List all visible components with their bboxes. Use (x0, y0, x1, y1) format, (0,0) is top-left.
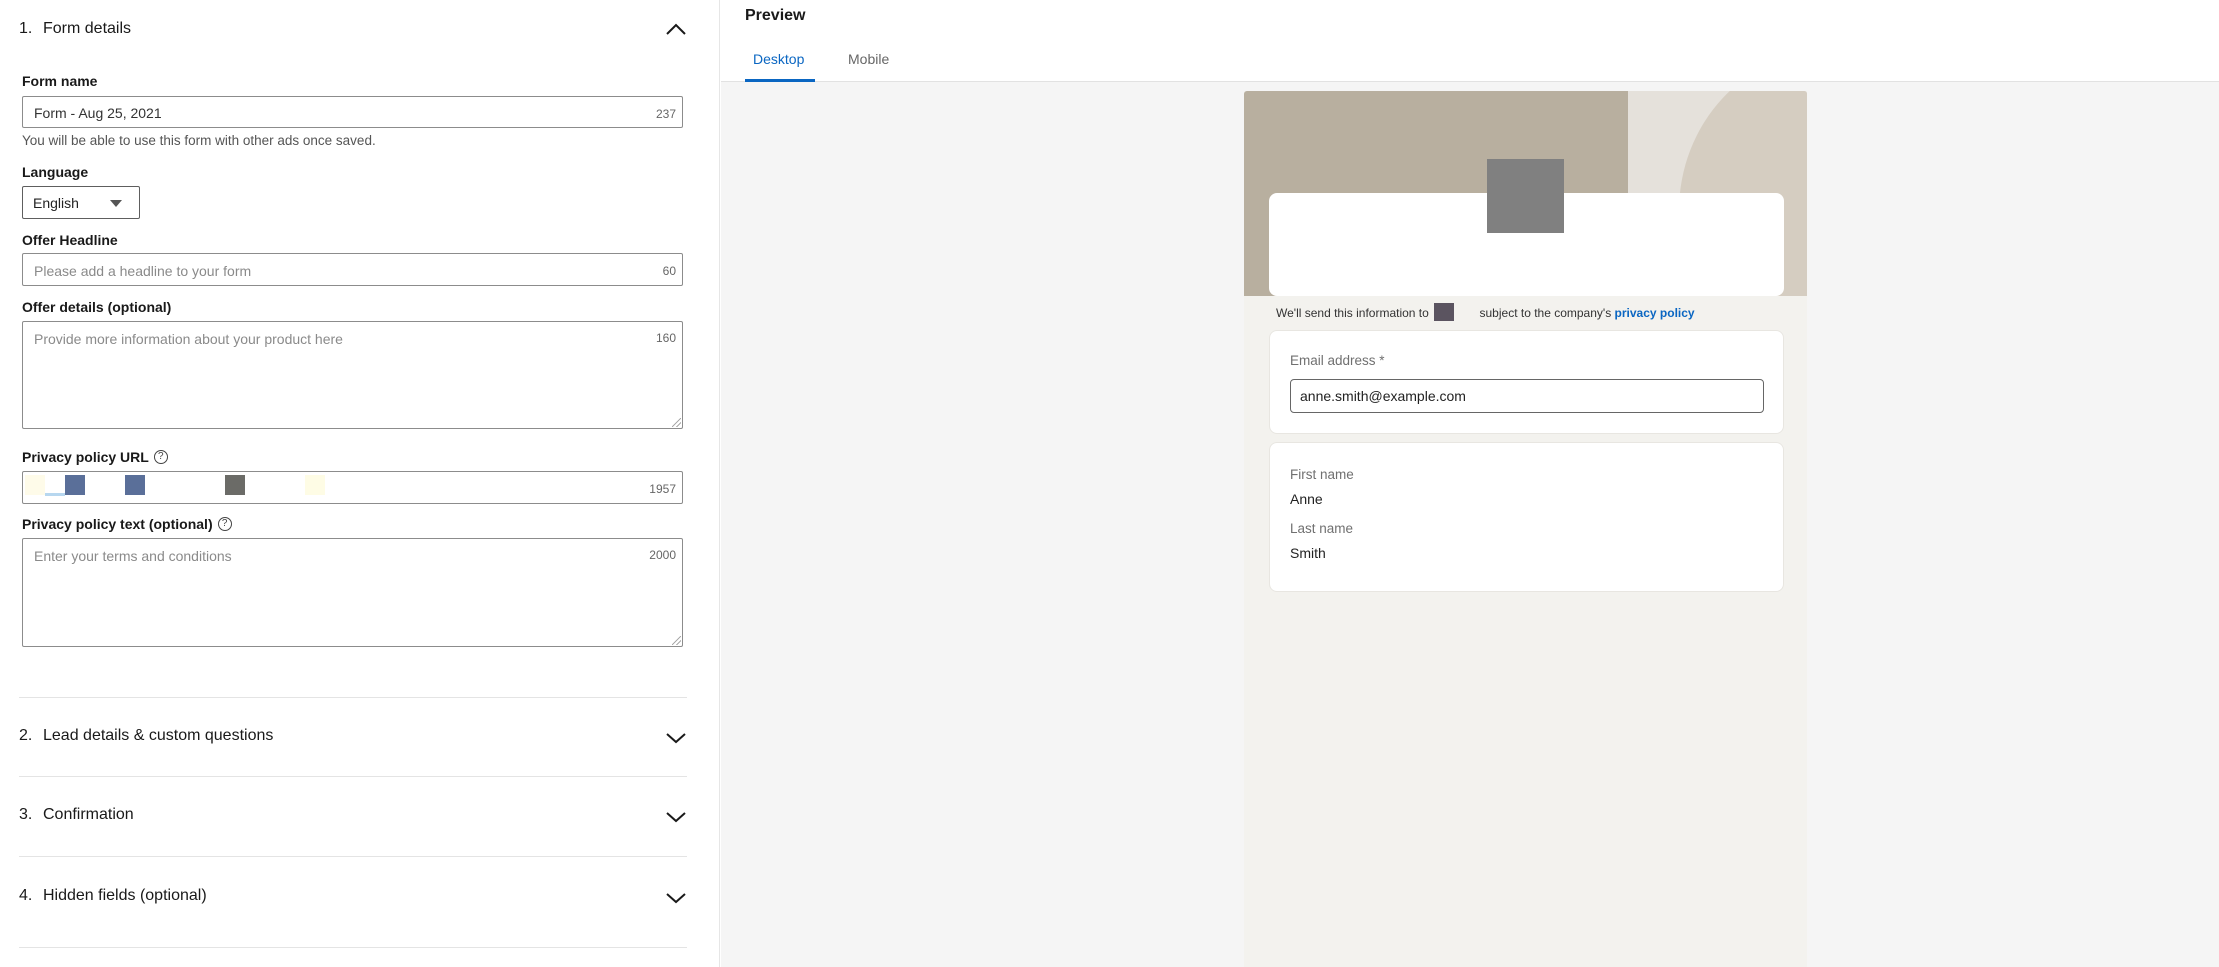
name-card: First name Anne Last name Smith (1269, 442, 1784, 592)
divider (19, 776, 687, 777)
section-title: Lead details & custom questions (43, 727, 274, 744)
redacted-block (45, 493, 65, 496)
section-number: 4. (19, 887, 33, 904)
redacted-block (25, 475, 45, 495)
tab-mobile[interactable]: Mobile (848, 51, 889, 67)
resize-handle[interactable] (672, 636, 681, 645)
company-logo (1487, 159, 1564, 233)
section-number: 1. (19, 20, 33, 37)
consent-text: We'll send this information to subject t… (1276, 303, 1695, 321)
redacted-block (305, 475, 325, 495)
divider (19, 697, 687, 698)
char-counter: 2000 (649, 548, 676, 562)
preview-banner (1244, 91, 1807, 296)
redacted-block (225, 475, 245, 495)
tab-desktop[interactable]: Desktop (753, 51, 804, 67)
accordion-hidden-fields[interactable]: 4. Hidden fields (optional) (19, 859, 687, 945)
redacted-block (125, 475, 145, 495)
chevron-down-icon (666, 733, 686, 744)
section-title: Confirmation (43, 806, 134, 823)
privacy-url-label: Privacy policy URL ? (22, 449, 168, 465)
label-text: Form name (22, 73, 98, 89)
placeholder: Enter your terms and conditions (34, 548, 232, 564)
label-text: Language (22, 164, 89, 180)
resize-handle[interactable] (672, 418, 681, 427)
char-counter: 60 (662, 264, 676, 278)
section-title: Hidden fields (optional) (43, 887, 207, 904)
last-name-value: Smith (1290, 545, 1326, 561)
active-tab-indicator (745, 79, 815, 82)
form-settings-panel: 1. Form details Form name Form - Aug 25,… (0, 0, 720, 967)
offer-headline-input[interactable]: Please add a headline to your form 60 (22, 253, 683, 286)
accordion-form-details[interactable]: 1. Form details (19, 20, 687, 46)
form-name-hint: You will be able to use this form with o… (22, 133, 376, 148)
redacted-block (65, 475, 85, 495)
section-number: 2. (19, 727, 33, 744)
offer-headline-label: Offer Headline (22, 232, 118, 248)
email-value: anne.smith@example.com (1300, 388, 1466, 404)
privacy-text-textarea[interactable]: Enter your terms and conditions 2000 (22, 538, 683, 647)
label-text: Offer details (optional) (22, 299, 172, 315)
chevron-down-icon (666, 812, 686, 823)
consent-suffix: subject to the company's (1479, 306, 1612, 320)
section-number: 3. (19, 806, 33, 823)
question-circle-icon[interactable]: ? (217, 517, 232, 531)
first-name-label: First name (1290, 467, 1354, 482)
last-name-label: Last name (1290, 521, 1354, 536)
placeholder: Provide more information about your prod… (34, 331, 343, 347)
privacy-text-label: Privacy policy text (optional) ? (22, 516, 232, 532)
offer-details-textarea[interactable]: Provide more information about your prod… (22, 321, 683, 429)
privacy-policy-link[interactable]: privacy policy (1615, 306, 1695, 320)
language-label: Language (22, 164, 88, 180)
form-preview: We'll send this information to subject t… (1244, 91, 1807, 967)
consent-prefix: We'll send this information to (1276, 306, 1429, 320)
language-value: English (33, 195, 79, 211)
divider (19, 947, 687, 948)
email-card: Email address * anne.smith@example.com (1269, 330, 1784, 434)
preview-panel: Preview Desktop Mobile We'll send this i… (721, 0, 2219, 967)
offer-details-label: Offer details (optional) (22, 299, 171, 315)
char-counter: 160 (655, 331, 676, 345)
char-counter: 1957 (649, 482, 676, 496)
form-name-label: Form name (22, 73, 97, 89)
language-select[interactable]: English (22, 186, 140, 219)
section-title: Form details (43, 20, 132, 37)
question-circle-icon[interactable]: ? (153, 450, 168, 464)
chevron-down-icon (666, 893, 686, 904)
divider (19, 856, 687, 857)
accordion-confirmation[interactable]: 3. Confirmation (19, 779, 687, 855)
redacted-company (1434, 303, 1455, 321)
email-input[interactable]: anne.smith@example.com (1290, 379, 1764, 413)
form-name-input[interactable]: Form - Aug 25, 2021 237 (22, 96, 683, 128)
first-name-value: Anne (1290, 491, 1323, 507)
privacy-url-input[interactable]: 1957 (22, 471, 683, 504)
preview-header: Preview Desktop Mobile (721, 0, 2219, 82)
chevron-up-icon[interactable] (665, 22, 687, 36)
accordion-lead-details[interactable]: 2. Lead details & custom questions (19, 700, 687, 776)
preview-title: Preview (745, 7, 806, 24)
caret-down-icon (110, 200, 122, 207)
email-label: Email address * (1290, 353, 1385, 368)
label-text: Privacy policy text (optional) (22, 516, 213, 532)
label-text: Privacy policy URL (22, 449, 149, 465)
label-text: Offer Headline (22, 232, 118, 248)
placeholder: Please add a headline to your form (34, 263, 252, 279)
char-counter: 237 (655, 107, 676, 121)
form-name-value: Form - Aug 25, 2021 (34, 105, 162, 121)
